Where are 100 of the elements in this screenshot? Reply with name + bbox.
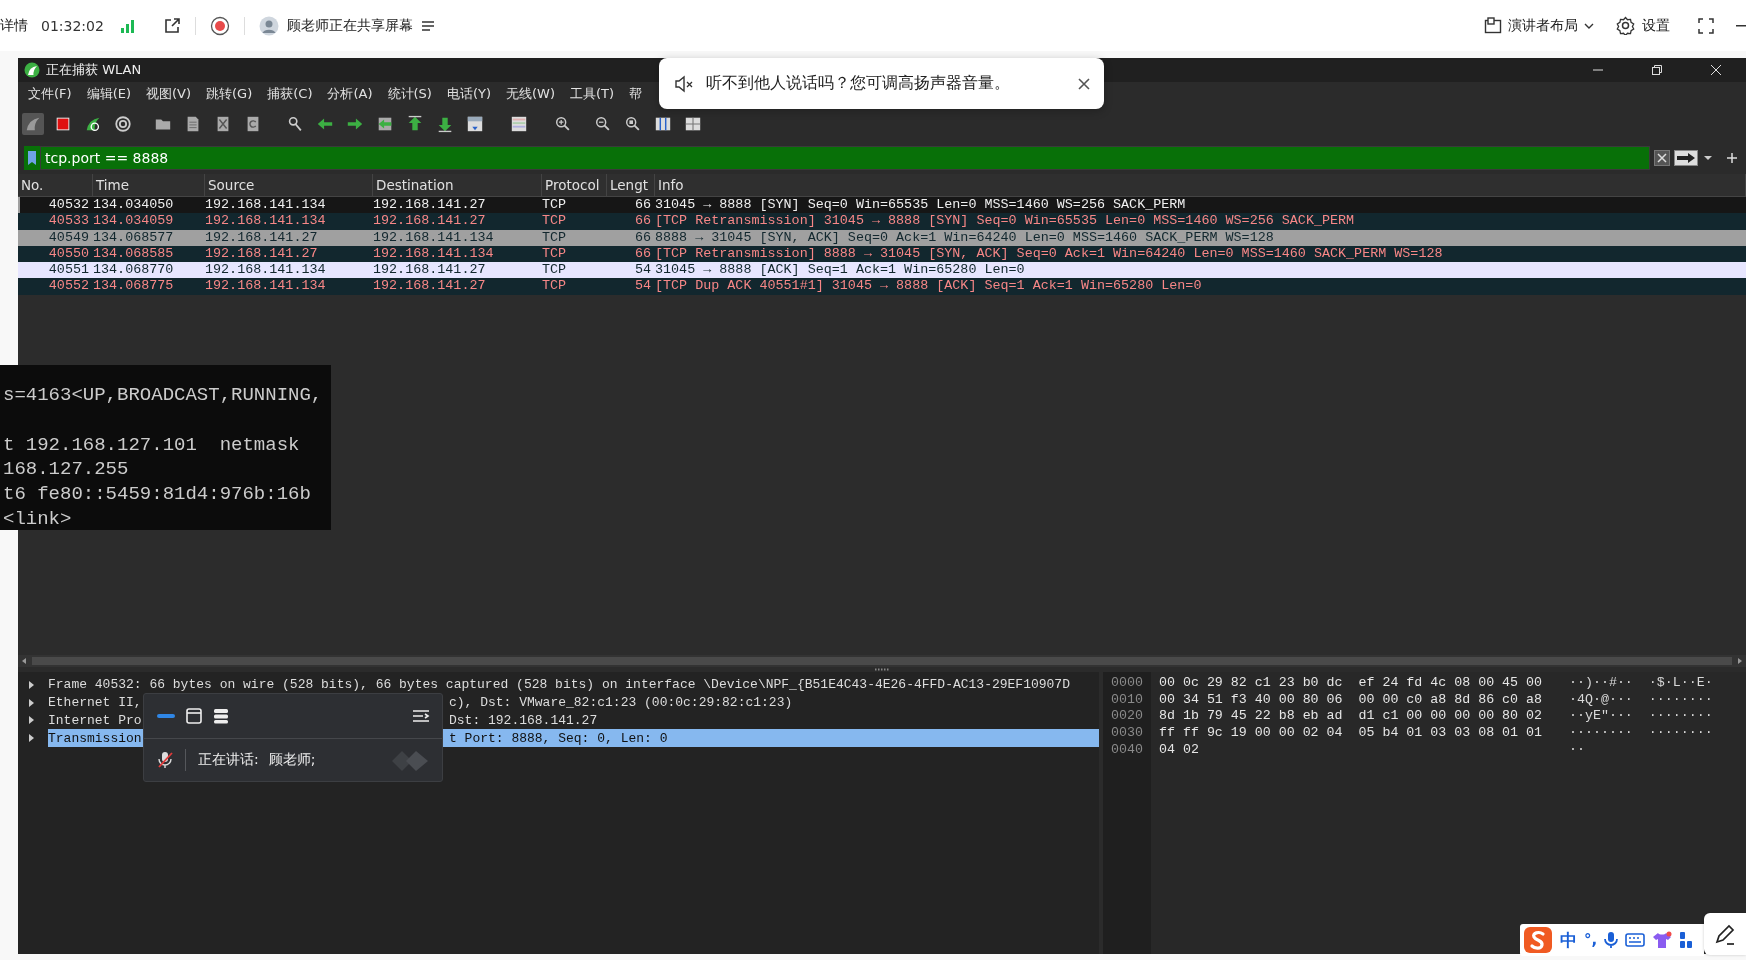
autoscroll-icon[interactable]	[466, 115, 484, 133]
fin-arrow-icon[interactable]	[84, 115, 102, 133]
table-cell-text: 192.168.141.27	[205, 245, 319, 263]
fullscreen-icon[interactable]	[1698, 17, 1714, 34]
add-icon[interactable]	[1726, 152, 1738, 164]
share-icon[interactable]	[162, 16, 181, 35]
settings-icon	[1616, 16, 1635, 35]
hex-bytes: 8d 1b 79 45 22 b8 eb ad d1 c1 00 00 00 00 80 02	[1159, 708, 1542, 724]
packet-row[interactable]: 40551 134.068770 192.168.141.134 192.168.141.27 TCP 54 31045 → 8888 [ACK] Seq=1 Ack=1 Win=65280 Len=0	[18, 262, 1746, 279]
table-cell-text: [TCP Dup ACK 40551#1] 31045 → 8888 [ACK] Seq=1 Ack=1 Win=65280 Len=0	[655, 278, 1203, 295]
table-cell-text: 8888 → 31045 [SYN, ACK] Seq=0 Ack=1 Win=64240 Len=0 MSS=1460 SACK_PERM WS=128	[655, 229, 1275, 246]
meeting-details-link[interactable]: 详情	[0, 16, 28, 35]
app-fin-icon	[24, 62, 40, 78]
packet-row[interactable]: 40552 134.068775 192.168.141.134 192.168.141.27 TCP 54 [TCP Dup ACK 40551#1] 31045 → 8888 [ACK] Seq=1 Ack=1 Win=65280 Len=0	[18, 278, 1746, 295]
stack-icon[interactable]	[213, 708, 229, 724]
table-cell-text: 31045 → 8888 [SYN] Seq=0 Win=65535 Len=0 MSS=1460 WS=256 SACK_PERM	[655, 197, 1187, 214]
dropdown-icon[interactable]	[1702, 153, 1714, 163]
shark-fin-icon[interactable]	[24, 115, 42, 133]
shirt-icon[interactable]	[1652, 931, 1673, 949]
restore-icon[interactable]	[1652, 65, 1662, 75]
up-arrow-icon[interactable]	[406, 115, 424, 133]
grid-icon[interactable]	[684, 115, 702, 133]
pen-button[interactable]	[1704, 913, 1746, 955]
punctuation-toggle[interactable]: °,	[1584, 931, 1598, 949]
menu-icon[interactable]	[412, 709, 430, 723]
clear-icon[interactable]	[1654, 150, 1670, 166]
layout-button[interactable]: 演讲者布局	[1484, 16, 1594, 35]
table-cell-text: 31045 → 8888 [ACK] Seq=1 Ack=1 Win=65280 Len=0	[655, 262, 1026, 279]
table-cell-text: 54	[634, 278, 652, 295]
stop-icon[interactable]	[54, 115, 72, 133]
target-icon[interactable]	[114, 115, 132, 133]
column-header[interactable]: Time	[93, 174, 205, 196]
window-icon[interactable]	[186, 708, 202, 724]
menu-item[interactable]: 工具(T)	[569, 85, 616, 103]
column-header[interactable]: Lengt	[607, 174, 655, 196]
table-cell-text: 54	[634, 262, 652, 279]
chevron-icon	[1584, 21, 1594, 30]
input-mode-toggle[interactable]: 中	[1560, 928, 1577, 952]
resize-columns-icon[interactable]	[654, 115, 672, 133]
collapsed-arrow-icon[interactable]	[26, 715, 36, 726]
speaker-name: 顾老师;	[268, 751, 316, 769]
menu-item[interactable]: 帮	[628, 85, 644, 103]
layout-icon	[1484, 16, 1502, 35]
terminal-line: <link>	[3, 508, 72, 530]
list-icon[interactable]	[420, 19, 435, 32]
column-header[interactable]: Source	[205, 174, 373, 196]
tree-text: Dst: 192.168.141.27	[449, 713, 598, 728]
table-cell-text: TCP	[542, 245, 568, 263]
tree-row[interactable]: Internet Pro Dst: 192.168.141.27	[48, 711, 1099, 730]
mic-muted-icon[interactable]	[157, 751, 173, 769]
menu-item[interactable]: 跳转(G)	[205, 85, 254, 103]
packet-row[interactable]: 40533 134.034059 192.168.141.134 192.168.141.27 TCP 66 [TCP Retransmission] 31045 → 8888 [SYN] Seq=0 Win=65535 Len=0 MSS=1460 WS=256 SACK_PERM	[18, 213, 1746, 230]
colorize-icon[interactable]	[510, 115, 528, 133]
window-title: 正在捕获 WLAN	[46, 61, 142, 79]
settings-button[interactable]: 设置	[1616, 16, 1670, 35]
tree-row[interactable]: Ethernet II, c), Dst: VMware_82:c1:23 (00:0c:29:82:c1:23)	[48, 693, 1099, 712]
search-icon[interactable]	[286, 115, 304, 133]
terminal-line: s=4163<UP,BROADCAST,RUNNING,	[3, 384, 323, 406]
table-cell-text: 40549	[48, 229, 90, 246]
apply-arrow-icon[interactable]	[1674, 150, 1698, 166]
record-icon[interactable]	[209, 15, 230, 36]
table-cell-text: 192.168.141.134	[205, 278, 327, 295]
menu-item[interactable]: 统计(S)	[386, 85, 433, 103]
table-cell-text: 40550	[48, 245, 90, 263]
menu-item[interactable]: 视图(V)	[145, 85, 193, 103]
collapsed-arrow-icon[interactable]	[26, 679, 36, 690]
hex-bytes: ff ff 9c 19 00 00 02 04 05 b4 01 03 03 08 01 01	[1159, 725, 1542, 741]
go-to-packet-icon[interactable]	[376, 115, 394, 133]
ascii-text: ··yE"··· ········	[1569, 708, 1713, 724]
menu-item[interactable]: 捕获(C)	[266, 85, 314, 103]
collapsed-arrow-icon[interactable]	[26, 697, 36, 708]
menu-item[interactable]: 电话(Y)	[445, 85, 493, 103]
zoom-in-icon[interactable]	[554, 115, 572, 133]
table-cell-text: 134.068585	[93, 245, 175, 263]
zoom-out-icon[interactable]	[594, 115, 612, 133]
table-cell-text: 192.168.141.27	[373, 197, 487, 214]
menu-item[interactable]: 分析(A)	[326, 85, 374, 103]
column-header[interactable]: Protocol	[542, 174, 607, 196]
keyboard-icon[interactable]	[1625, 933, 1646, 947]
packet-row[interactable]: 40532 134.034050 192.168.141.134 192.168.141.27 TCP 66 31045 → 8888 [SYN] Seq=0 Win=65535 Len=0 MSS=1460 WS=256 SACK_PERM	[18, 197, 1746, 214]
zoom-reset-icon[interactable]	[624, 115, 642, 133]
column-header[interactable]: No.	[18, 174, 93, 196]
minimize-icon[interactable]	[1736, 24, 1746, 27]
display-filter-field[interactable]: tcp.port == 8888	[40, 146, 1650, 170]
table-cell-text: 192.168.141.134	[373, 229, 495, 246]
menu-item[interactable]: 文件(F)	[27, 85, 73, 103]
apps-icon[interactable]	[1679, 931, 1694, 949]
table-cell-text: TCP	[542, 213, 568, 230]
hex-offset: 0000	[1110, 675, 1144, 692]
hex-offset: 0040	[1110, 741, 1144, 759]
close-icon[interactable]	[1078, 77, 1090, 90]
column-header[interactable]: Destination	[373, 174, 542, 196]
collapsed-arrow-icon[interactable]	[26, 733, 36, 744]
grip-icon[interactable]	[874, 668, 890, 671]
microphone-icon[interactable]	[1604, 931, 1619, 949]
menu-item[interactable]: 编辑(E)	[85, 85, 132, 103]
ascii-text: ·4Q·@··· ········	[1569, 691, 1713, 707]
menu-item[interactable]: 无线(W)	[505, 85, 557, 103]
down-arrow-icon[interactable]	[436, 115, 454, 133]
column-header[interactable]: Info	[655, 174, 1746, 196]
